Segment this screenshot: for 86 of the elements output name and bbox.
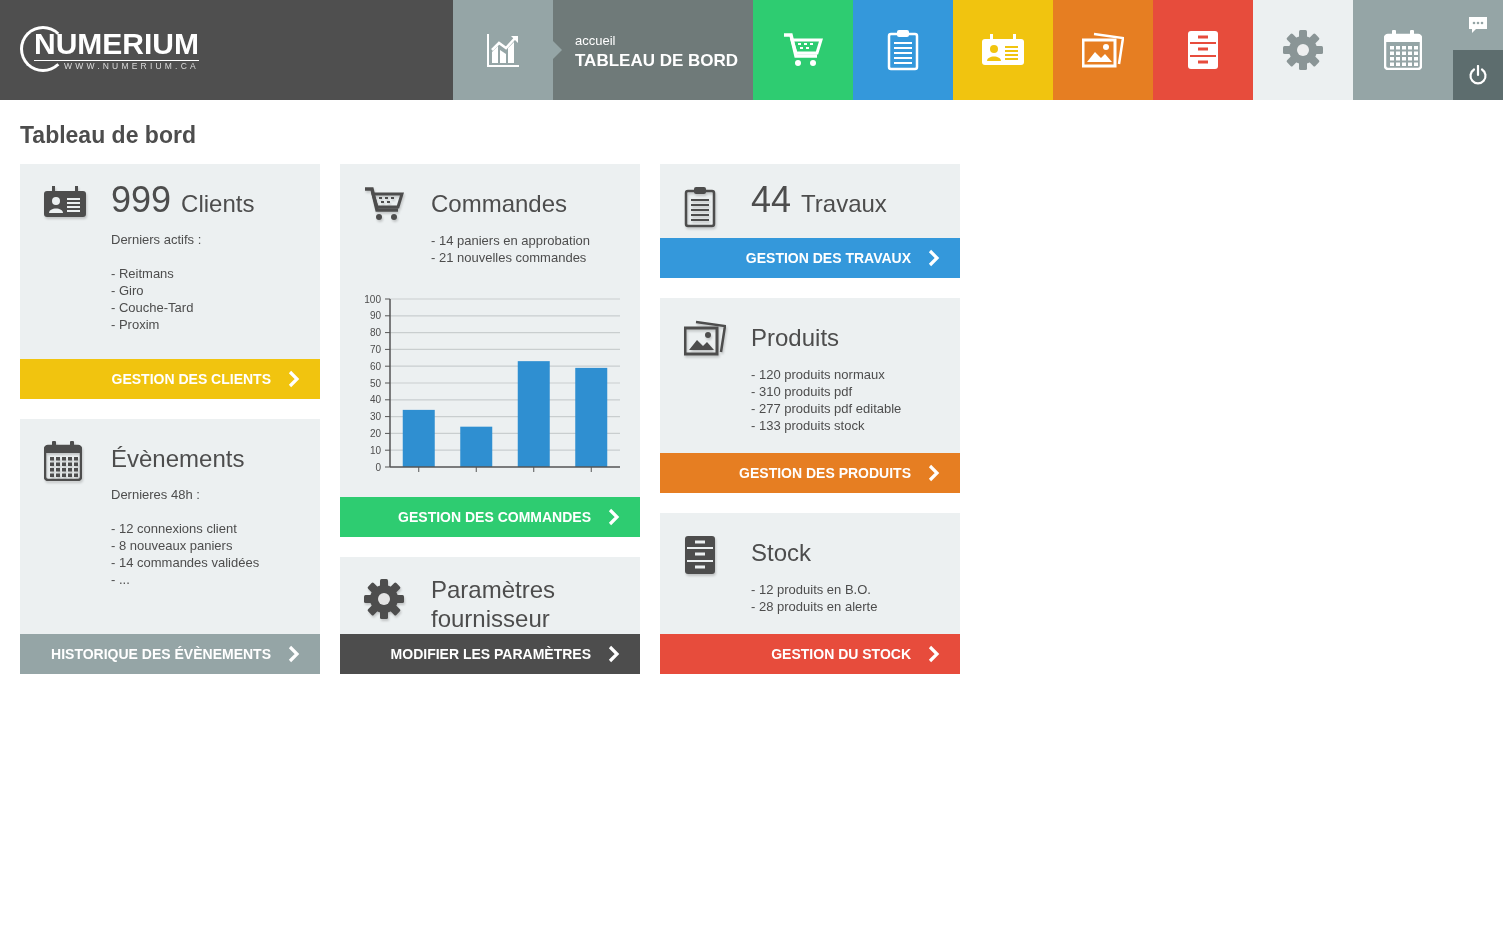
card-subtitle: Dernieres 48h : xyxy=(111,487,201,502)
bar xyxy=(460,426,493,467)
chevron-icon xyxy=(928,645,940,663)
chat-icon xyxy=(1468,16,1488,34)
stat-line: - 12 connexions client xyxy=(111,520,238,537)
breadcrumb-parent[interactable]: accueil xyxy=(575,33,753,48)
settings-icon xyxy=(1283,30,1323,70)
stat-line: - 120 produits normaux xyxy=(751,366,886,383)
card-title: Travaux xyxy=(801,188,887,218)
bar xyxy=(402,409,435,467)
chevron-icon xyxy=(608,645,620,663)
cart-tile[interactable] xyxy=(753,0,853,100)
y-tick-label: 50 xyxy=(369,377,381,388)
card-title: Commandes xyxy=(431,188,568,218)
manage-button[interactable]: MODIFIER LES PARAMÈTRES xyxy=(340,634,640,674)
card-count: 999 xyxy=(111,179,172,221)
dashboard-tile[interactable] xyxy=(453,0,553,100)
pictures-icon xyxy=(684,320,726,356)
y-tick-label: 20 xyxy=(369,427,381,439)
y-tick-label: 80 xyxy=(369,326,381,338)
pointer-arrow xyxy=(553,41,562,59)
chevron-icon xyxy=(288,370,300,388)
stat-line: - 28 produits en alerte xyxy=(751,598,879,615)
chevron-icon xyxy=(608,508,620,526)
manage-button[interactable]: GESTION DES TRAVAUX xyxy=(660,238,960,278)
stat-line: - 12 produits en B.O. xyxy=(751,581,872,598)
chart-icon xyxy=(486,32,520,68)
id-card-icon xyxy=(44,186,86,218)
stat-line: - Couche-Tard xyxy=(111,299,195,316)
y-tick-label: 100 xyxy=(364,293,381,304)
card-title: Évènements xyxy=(111,443,245,473)
cart-icon xyxy=(783,32,823,68)
manage-button[interactable]: GESTION DES COMMANDES xyxy=(340,497,640,537)
card-title: Stock xyxy=(751,537,812,567)
stat-line: - 21 nouvelles commandes xyxy=(431,249,588,266)
y-tick-label: 30 xyxy=(369,410,381,422)
pictures-icon xyxy=(1082,32,1124,68)
file-cabinet-tile[interactable] xyxy=(1153,0,1253,100)
stat-line: - Giro xyxy=(111,282,145,299)
manage-button[interactable]: HISTORIQUE DES ÉVÈNEMENTS xyxy=(20,634,320,674)
stat-line: - 8 nouveaux paniers xyxy=(111,537,234,554)
manage-button[interactable]: GESTION DU STOCK xyxy=(660,634,960,674)
y-tick-label: 0 xyxy=(375,461,381,472)
logo[interactable]: NUMERIUM WWW.NUMERIUM.CA xyxy=(20,25,199,75)
chevron-icon xyxy=(288,645,300,663)
calendar-tile[interactable] xyxy=(1353,0,1453,100)
file-cabinet-icon xyxy=(684,535,716,575)
manage-button[interactable]: GESTION DES PRODUITS xyxy=(660,453,960,493)
card-title: Produits xyxy=(751,322,840,352)
y-tick-label: 10 xyxy=(369,444,381,456)
stat-line: - 277 produits pdf editable xyxy=(751,400,903,417)
clipboard-tile[interactable] xyxy=(853,0,953,100)
settings-tile[interactable] xyxy=(1253,0,1353,100)
y-tick-label: 90 xyxy=(369,309,381,321)
card-count: 44 xyxy=(751,179,792,221)
clipboard-icon xyxy=(684,186,716,228)
stat-line: - Reitmans xyxy=(111,265,175,282)
settings-icon xyxy=(364,579,404,619)
id-card-tile[interactable] xyxy=(953,0,1053,100)
stat-line: - ... xyxy=(111,571,131,588)
file-cabinet-icon xyxy=(1187,30,1219,70)
pictures-tile[interactable] xyxy=(1053,0,1153,100)
power-icon xyxy=(1468,65,1488,85)
stat-line: - 310 produits pdf xyxy=(751,383,854,400)
card-title: Paramètres fournisseur xyxy=(431,575,557,633)
y-tick-label: 40 xyxy=(369,393,381,405)
card-title: Clients xyxy=(181,188,255,218)
y-tick-label: 60 xyxy=(369,360,381,372)
breadcrumb-title: TABLEAU DE BORD xyxy=(575,51,740,71)
calendar-icon xyxy=(1384,30,1422,70)
stat-line: - 14 paniers en approbation xyxy=(431,232,591,249)
calendar-icon xyxy=(44,441,82,481)
y-tick-label: 70 xyxy=(369,343,381,355)
page-title: Tableau de bord xyxy=(20,121,197,150)
id-card-icon xyxy=(982,34,1024,66)
chevron-icon xyxy=(928,464,940,482)
manage-button[interactable]: GESTION DES CLIENTS xyxy=(20,359,320,399)
clipboard-icon xyxy=(887,29,919,71)
cart-icon xyxy=(364,186,404,222)
chevron-icon xyxy=(928,249,940,267)
chat-button[interactable] xyxy=(1453,0,1503,50)
power-button[interactable] xyxy=(1453,50,1503,100)
stat-line: - 133 produits stock xyxy=(751,417,866,434)
stat-line: - 14 commandes validées xyxy=(111,554,261,571)
card-subtitle: Derniers actifs : xyxy=(111,232,203,247)
stat-line: - Proxim xyxy=(111,316,161,333)
